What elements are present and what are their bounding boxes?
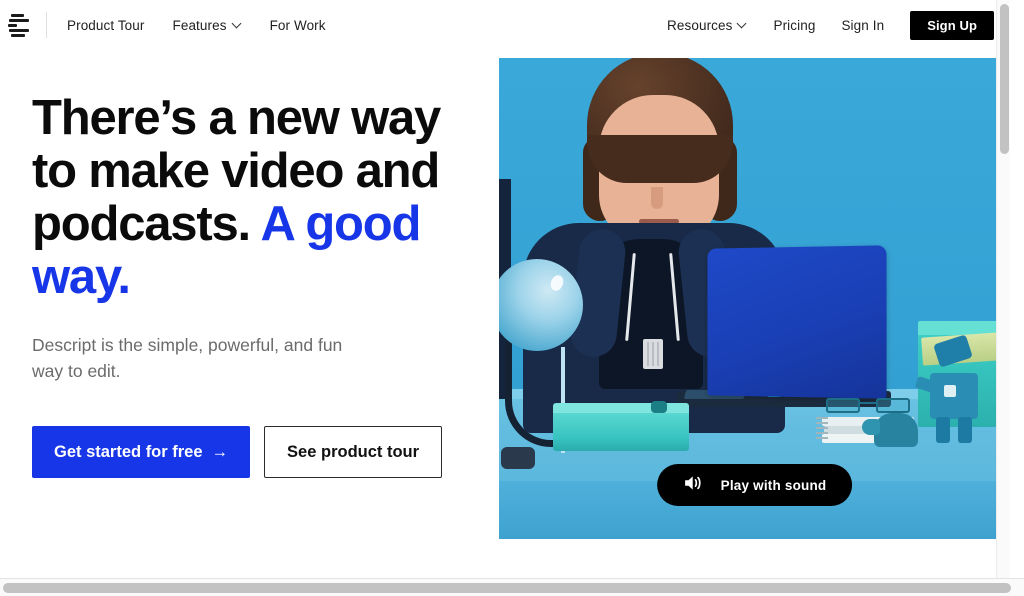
play-with-sound-button[interactable]: Play with sound — [656, 464, 853, 506]
teal-box-clip — [651, 401, 667, 413]
nav-divider — [46, 12, 47, 38]
teal-figurine-body — [874, 413, 918, 447]
toy-robot-left-leg — [936, 417, 950, 443]
eyeglasses-bridge — [860, 401, 876, 404]
eyeglasses-prop — [826, 397, 910, 413]
nav-item-features-label: Features — [172, 17, 227, 33]
toy-robot-head — [933, 334, 973, 368]
chevron-down-icon — [738, 19, 747, 28]
nav-left-group: Product Tour Features For Work — [0, 0, 326, 50]
play-with-sound-label: Play with sound — [720, 477, 827, 493]
hero-subheadline: Descript is the simple, powerful, and fu… — [32, 335, 343, 381]
nav-item-resources-label: Resources — [667, 17, 733, 33]
nav-right-group: Resources Pricing Sign In Sign Up — [667, 10, 1010, 40]
nav-item-sign-in-label: Sign In — [841, 17, 885, 33]
notebook-spiral-binding — [816, 417, 828, 441]
nav-item-product-tour-label: Product Tour — [67, 17, 145, 33]
eyeglasses-left-lens — [826, 398, 860, 413]
person-nose — [651, 187, 663, 209]
chevron-down-icon — [233, 19, 242, 28]
descript-logo-icon[interactable] — [8, 12, 32, 38]
nav-item-product-tour[interactable]: Product Tour — [67, 18, 145, 33]
primary-nav-links: Product Tour Features For Work — [67, 18, 326, 33]
horizontal-scrollbar-thumb[interactable] — [3, 583, 1011, 593]
site-navbar: Product Tour Features For Work Resources — [0, 0, 1010, 50]
person-hair-fringe — [587, 135, 733, 183]
toy-robot-right-leg — [958, 417, 972, 443]
speaker-sound-icon — [683, 474, 703, 497]
lamp-plug — [501, 447, 535, 469]
toy-robot-eye — [944, 385, 956, 397]
hero-headline: There’s a new way to make video and podc… — [32, 92, 452, 304]
sign-up-button[interactable]: Sign Up — [910, 10, 994, 40]
nav-item-sign-in[interactable]: Sign In — [841, 18, 884, 33]
vertical-scrollbar-thumb[interactable] — [1000, 4, 1009, 154]
nav-item-pricing-label: Pricing — [773, 17, 816, 33]
page-content: Product Tour Features For Work Resources — [0, 0, 1010, 578]
hero-video-player[interactable]: Play with sound — [499, 58, 1010, 539]
teal-figurine-head — [862, 419, 880, 435]
see-product-tour-label: See product tour — [287, 442, 420, 461]
eyeglasses-right-lens — [876, 398, 910, 413]
laptop-lid — [707, 245, 887, 399]
hoodie-drawstring-toggle — [643, 339, 663, 369]
arrow-right-icon: → — [211, 442, 229, 461]
teal-desk-box — [553, 409, 689, 451]
hero-text-column: There’s a new way to make video and podc… — [32, 92, 452, 478]
hero-cta-row: Get started for free → See product tour — [32, 426, 452, 478]
nav-item-resources[interactable]: Resources — [667, 18, 747, 33]
see-product-tour-button[interactable]: See product tour — [264, 426, 443, 478]
get-started-for-free-button[interactable]: Get started for free → — [32, 426, 251, 478]
nav-item-features[interactable]: Features — [173, 18, 242, 33]
teal-desk-box-lid — [553, 403, 689, 413]
vertical-scrollbar[interactable] — [996, 0, 1010, 578]
horizontal-scrollbar[interactable] — [0, 578, 1024, 596]
get-started-for-free-label: Get started for free — [54, 442, 203, 461]
nav-item-for-work[interactable]: For Work — [270, 18, 326, 33]
sign-up-button-label: Sign Up — [927, 17, 977, 33]
browser-viewport: Product Tour Features For Work Resources — [0, 0, 1024, 596]
toy-robot-prop — [914, 334, 982, 443]
nav-item-pricing[interactable]: Pricing — [773, 18, 815, 33]
nav-item-for-work-label: For Work — [269, 17, 326, 33]
